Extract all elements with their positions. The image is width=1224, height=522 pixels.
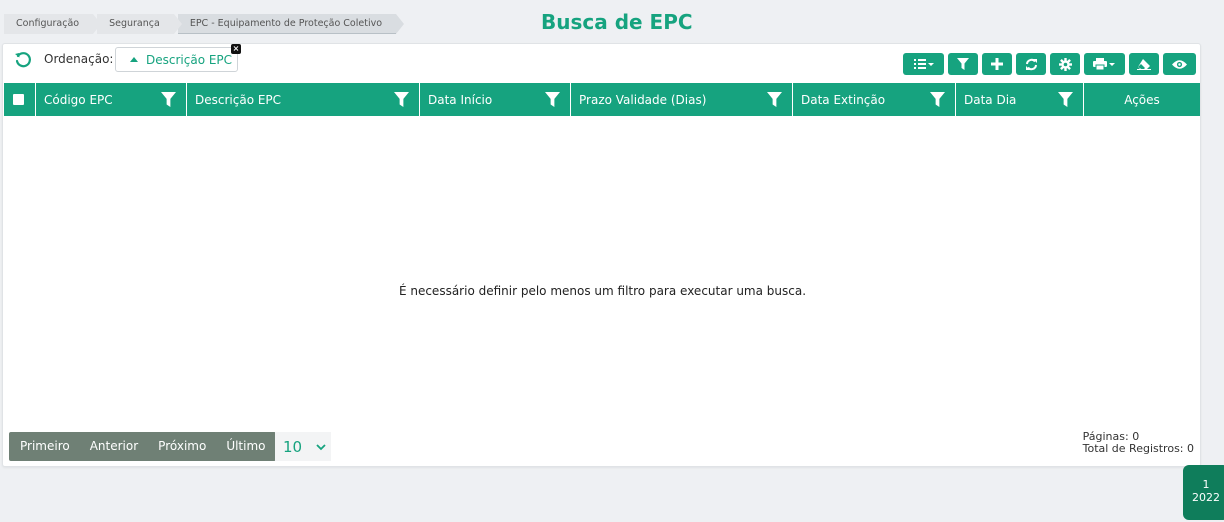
result-stats: Páginas: 0 Total de Registros: 0: [1083, 431, 1194, 455]
select-all-cell[interactable]: [4, 83, 36, 116]
column-label: Descrição EPC: [195, 92, 282, 107]
settings-icon: [1058, 57, 1072, 71]
breadcrumb-item-configuracao[interactable]: Configuração: [4, 14, 102, 34]
columns-menu-icon: [913, 59, 934, 69]
chevron-down-icon: [316, 443, 326, 450]
eraser-icon: [1137, 59, 1151, 70]
page-title: Busca de EPC: [541, 10, 693, 34]
eye-icon: [1172, 59, 1187, 69]
column-filter-icon[interactable]: [161, 92, 176, 107]
refresh-icon: [1025, 58, 1037, 70]
table-header: Código EPC Descrição EPC Data Início Pra…: [4, 83, 1200, 116]
ordering-label: Ordenação:: [44, 52, 114, 66]
previous-page-button[interactable]: Anterior: [80, 432, 148, 461]
ordering-chip[interactable]: Descrição EPC ×: [115, 44, 241, 72]
ordering-value: Descrição EPC: [146, 52, 233, 67]
search-panel: Ordenação: Descrição EPC × Código EPC De…: [2, 43, 1201, 467]
last-page-button[interactable]: Último: [216, 432, 275, 461]
breadcrumb-item-epc[interactable]: EPC - Equipamento de Proteção Coletivo: [177, 14, 405, 34]
column-header-acoes: Ações: [1084, 83, 1200, 116]
year-badge-line1: 1: [1202, 478, 1210, 491]
page-size-select[interactable]: 10: [275, 432, 331, 461]
settings-button[interactable]: [1050, 53, 1080, 75]
year-badge[interactable]: 1 2022: [1183, 465, 1224, 520]
add-button[interactable]: [982, 53, 1012, 75]
filter-icon: [957, 58, 969, 70]
column-label: Ações: [1124, 92, 1160, 107]
column-filter-icon[interactable]: [930, 92, 945, 107]
columns-menu-button[interactable]: [903, 53, 944, 75]
next-page-button[interactable]: Próximo: [148, 432, 216, 461]
column-filter-icon[interactable]: [394, 92, 409, 107]
year-badge-line2: 2022: [1192, 491, 1220, 504]
column-label: Data Início: [428, 92, 493, 107]
pagination: Primeiro Anterior Próximo Último: [9, 432, 276, 461]
reset-order-icon[interactable]: [13, 50, 33, 70]
column-filter-icon[interactable]: [545, 92, 560, 107]
print-button[interactable]: [1084, 53, 1125, 75]
refresh-button[interactable]: [1016, 53, 1046, 75]
column-header-data-dia[interactable]: Data Dia: [956, 83, 1084, 116]
column-header-descricao[interactable]: Descrição EPC: [187, 83, 420, 116]
add-icon: [991, 58, 1003, 70]
clear-button[interactable]: [1129, 53, 1159, 75]
column-header-data-inicio[interactable]: Data Início: [420, 83, 571, 116]
filter-button[interactable]: [948, 53, 978, 75]
empty-state-message: É necessário definir pelo menos um filtr…: [398, 284, 807, 298]
print-icon: [1092, 57, 1115, 70]
column-header-prazo-validade[interactable]: Prazo Validade (Dias): [571, 83, 793, 116]
toolbar: [903, 53, 1196, 75]
column-label: Código EPC: [44, 92, 113, 107]
column-header-data-extincao[interactable]: Data Extinção: [793, 83, 956, 116]
select-all-checkbox[interactable]: [13, 94, 24, 105]
column-label: Data Dia: [964, 92, 1017, 107]
column-label: Prazo Validade (Dias): [579, 92, 707, 107]
column-label: Data Extinção: [801, 92, 886, 107]
column-header-codigo[interactable]: Código EPC: [36, 83, 187, 116]
breadcrumb-item-seguranca[interactable]: Segurança: [97, 14, 182, 34]
first-page-button[interactable]: Primeiro: [9, 432, 80, 461]
breadcrumb: Configuração Segurança EPC - Equipamento…: [4, 14, 405, 34]
column-filter-icon[interactable]: [1058, 92, 1073, 107]
total-records: Total de Registros: 0: [1082, 442, 1194, 455]
sort-ascending-icon: [130, 57, 138, 62]
view-button[interactable]: [1163, 53, 1196, 75]
page-size-value: 10: [283, 437, 303, 456]
remove-ordering-icon[interactable]: ×: [231, 44, 241, 54]
column-filter-icon[interactable]: [767, 92, 782, 107]
